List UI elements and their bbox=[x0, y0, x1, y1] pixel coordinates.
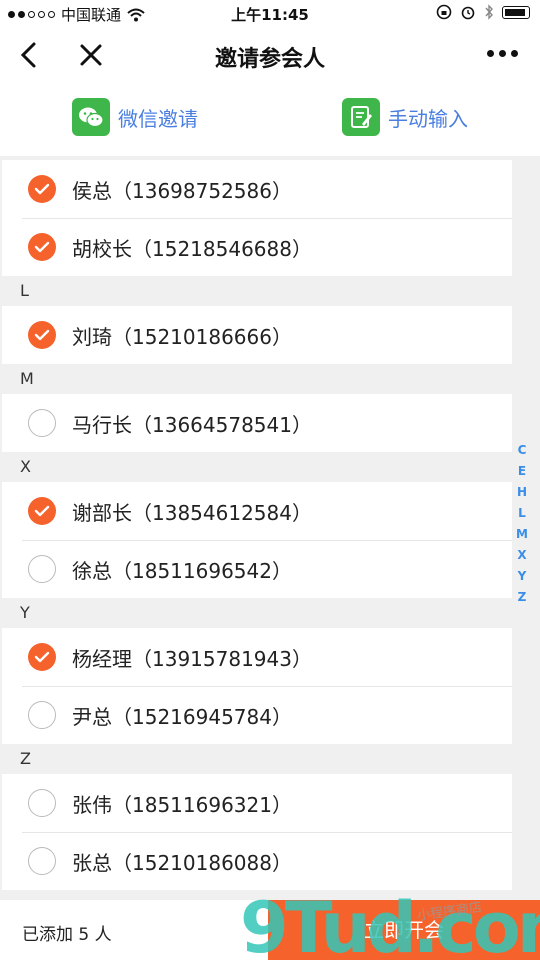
contact-group: 侯总（13698752586） 胡校长（15218546688） bbox=[2, 160, 512, 276]
checkbox-checked-icon[interactable] bbox=[28, 321, 56, 349]
alarm-icon bbox=[461, 6, 475, 20]
section-header: Y bbox=[20, 603, 30, 622]
section-header: L bbox=[20, 281, 29, 300]
checkbox-unchecked-icon[interactable] bbox=[28, 555, 56, 583]
index-letter[interactable]: Z bbox=[518, 587, 527, 608]
contact-row[interactable]: 杨经理（13915781943） bbox=[2, 628, 512, 686]
contact-label: 侯总（13698752586） bbox=[72, 178, 292, 203]
wechat-invite-button[interactable]: 微信邀请 bbox=[72, 98, 198, 136]
contact-label: 张总（15210186088） bbox=[72, 850, 292, 875]
bottom-bar: 已添加 5 人 立即开会 bbox=[0, 900, 540, 960]
wechat-icon bbox=[72, 98, 110, 136]
battery-icon bbox=[502, 5, 530, 19]
section-header: X bbox=[20, 457, 31, 476]
bluetooth-icon bbox=[485, 4, 493, 20]
checkbox-unchecked-icon[interactable] bbox=[28, 701, 56, 729]
contact-label: 张伟（18511696321） bbox=[72, 792, 292, 817]
navbar: 邀请参会人 bbox=[0, 28, 540, 84]
contact-row[interactable]: 刘琦（15210186666） bbox=[2, 306, 512, 364]
rotation-lock-icon bbox=[436, 4, 452, 20]
status-right bbox=[436, 4, 530, 20]
index-letter[interactable]: M bbox=[516, 524, 528, 545]
index-letter[interactable]: L bbox=[518, 503, 526, 524]
contact-row[interactable]: 马行长（13664578541） bbox=[2, 394, 512, 452]
index-letter[interactable]: H bbox=[517, 482, 527, 503]
page-title: 邀请参会人 bbox=[214, 47, 325, 72]
checkbox-checked-icon[interactable] bbox=[28, 643, 56, 671]
status-bar: 中国联通 上午11:45 bbox=[0, 0, 540, 28]
contact-group: 刘琦（15210186666） bbox=[2, 306, 512, 364]
contact-label: 刘琦（15210186666） bbox=[72, 324, 292, 349]
index-letter[interactable]: E bbox=[518, 461, 526, 482]
more-dots-icon[interactable] bbox=[487, 50, 518, 57]
contact-row[interactable]: 张伟（18511696321） bbox=[2, 774, 512, 832]
start-meeting-button[interactable]: 立即开会 bbox=[268, 900, 540, 960]
contact-label: 徐总（18511696542） bbox=[72, 558, 292, 583]
contact-row[interactable]: 徐总（18511696542） bbox=[2, 540, 512, 598]
contact-list[interactable]: 侯总（13698752586） 胡校长（15218546688） L 刘琦（15210… bbox=[0, 156, 540, 900]
section-header: M bbox=[20, 369, 34, 388]
checkbox-checked-icon[interactable] bbox=[28, 497, 56, 525]
contact-row[interactable]: 侯总（13698752586） bbox=[2, 160, 512, 218]
added-count-text: 已添加 5 人 bbox=[22, 925, 112, 945]
contact-group: 谢部长（13854612584） 徐总（18511696542） bbox=[2, 482, 512, 598]
checkbox-unchecked-icon[interactable] bbox=[28, 789, 56, 817]
contact-row[interactable]: 谢部长（13854612584） bbox=[2, 482, 512, 540]
invite-bar: 微信邀请 手动输入 bbox=[0, 84, 540, 156]
contact-label: 尹总（15216945784） bbox=[72, 704, 292, 729]
index-letter[interactable]: C bbox=[518, 440, 527, 461]
manual-input-label: 手动输入 bbox=[388, 106, 468, 131]
edit-icon bbox=[342, 98, 380, 136]
contact-label: 胡校长（15218546688） bbox=[72, 236, 312, 261]
contact-label: 马行长（13664578541） bbox=[72, 412, 312, 437]
contact-group: 马行长（13664578541） bbox=[2, 394, 512, 452]
contact-label: 谢部长（13854612584） bbox=[72, 500, 312, 525]
contact-group: 杨经理（13915781943） 尹总（15216945784） bbox=[2, 628, 512, 744]
contact-row[interactable]: 张总（15210186088） bbox=[2, 832, 512, 890]
checkbox-unchecked-icon[interactable] bbox=[28, 847, 56, 875]
checkbox-unchecked-icon[interactable] bbox=[28, 409, 56, 437]
checkbox-checked-icon[interactable] bbox=[28, 175, 56, 203]
checkbox-checked-icon[interactable] bbox=[28, 233, 56, 261]
section-header: Z bbox=[20, 749, 31, 768]
index-letter[interactable]: Y bbox=[518, 566, 527, 587]
contact-group: 张伟（18511696321） 张总（15210186088） bbox=[2, 774, 512, 890]
contact-row[interactable]: 尹总（15216945784） bbox=[2, 686, 512, 744]
contact-label: 杨经理（13915781943） bbox=[72, 646, 312, 671]
wechat-invite-label: 微信邀请 bbox=[118, 106, 198, 131]
manual-input-button[interactable]: 手动输入 bbox=[342, 98, 468, 136]
alphabet-index-bar[interactable]: CEHLMXYZ bbox=[514, 440, 530, 608]
contact-row[interactable]: 胡校长（15218546688） bbox=[2, 218, 512, 276]
index-letter[interactable]: X bbox=[517, 545, 526, 566]
